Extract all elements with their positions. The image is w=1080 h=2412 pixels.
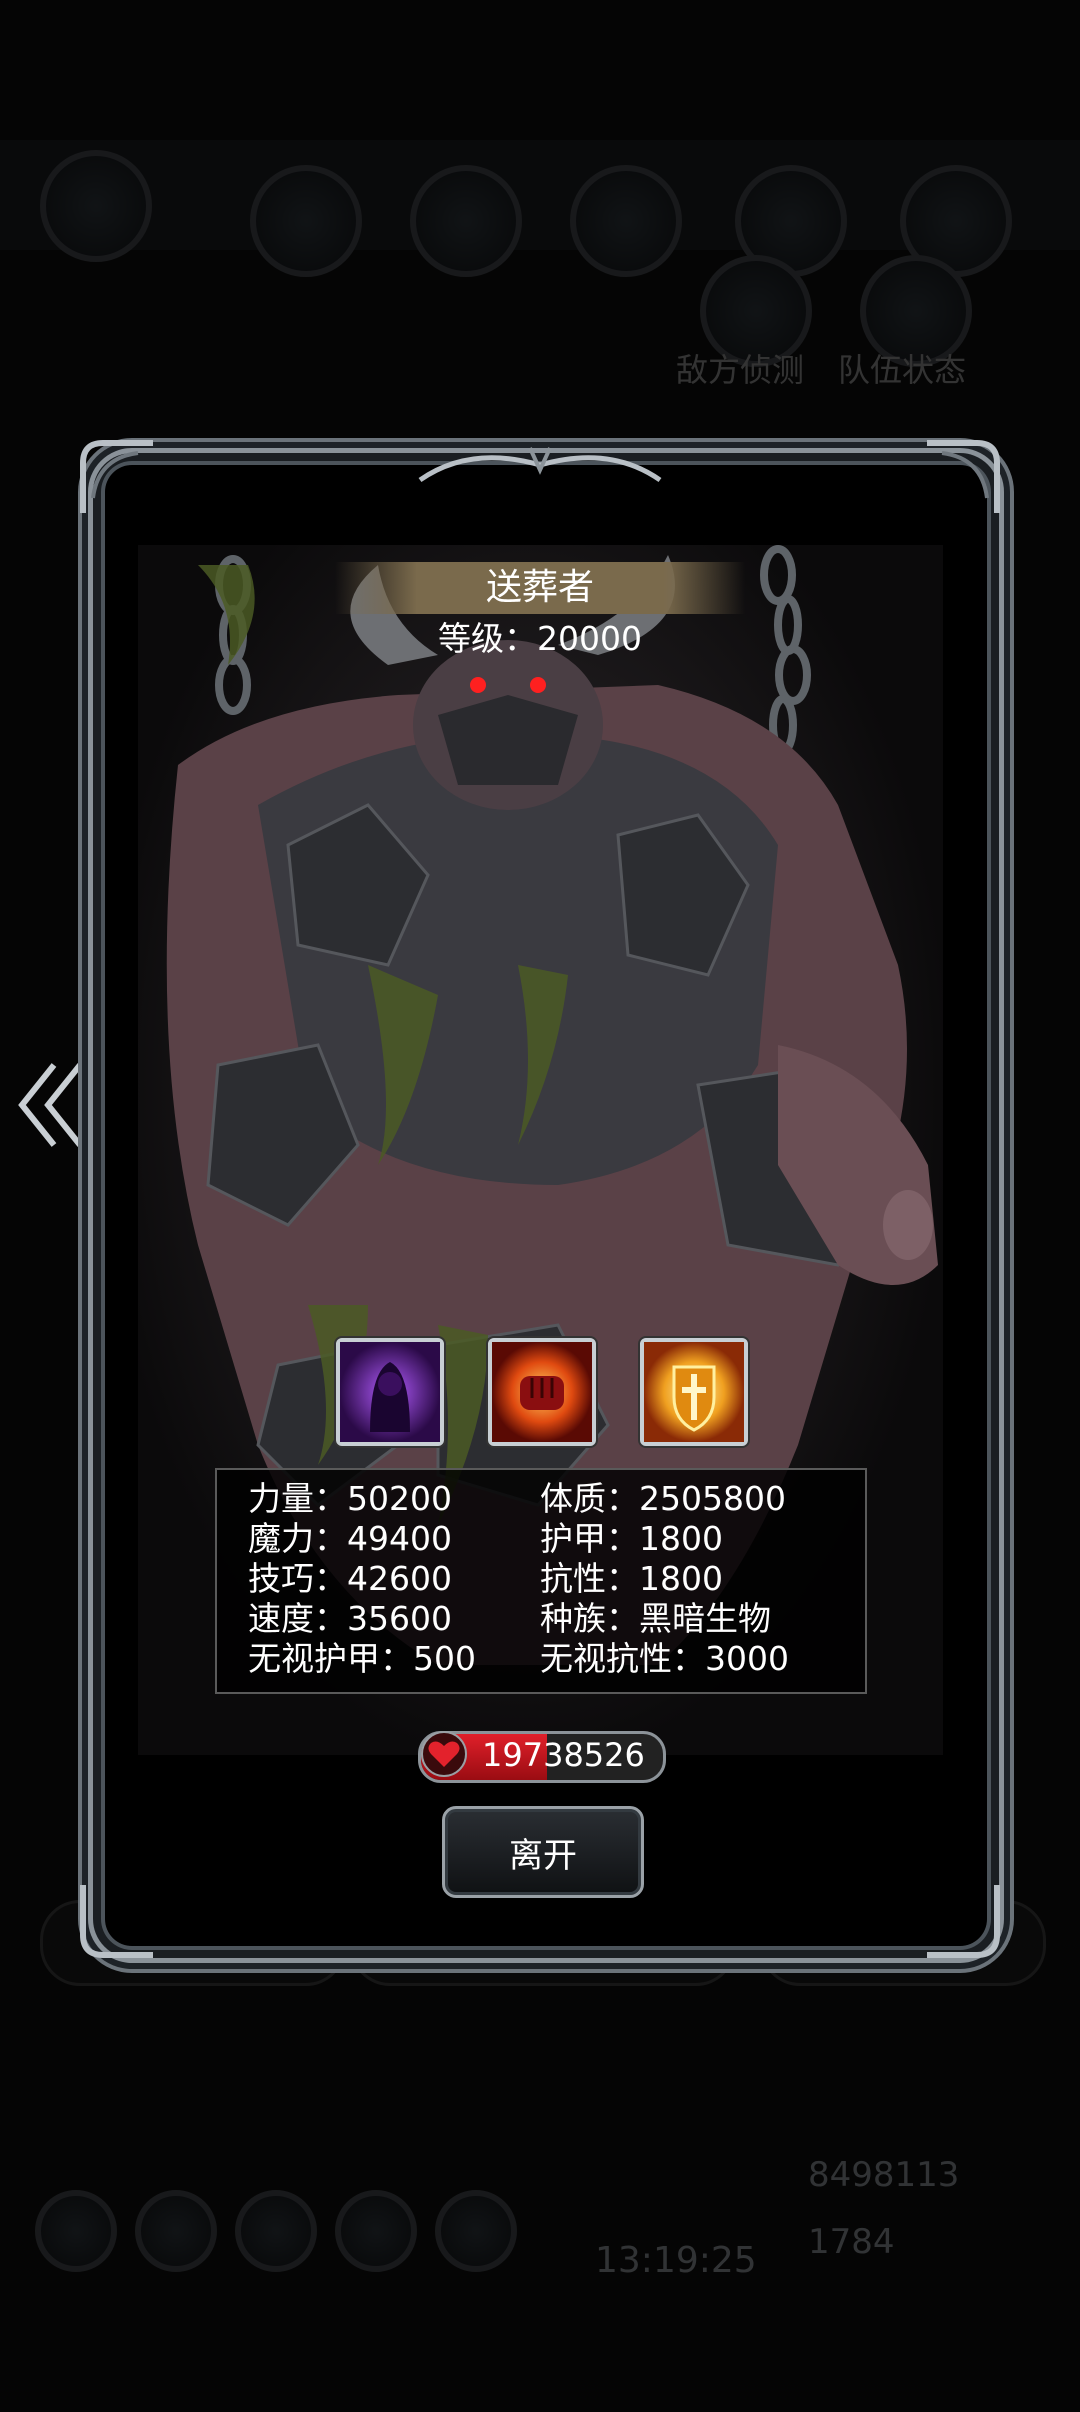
background-gem-value: 1784	[808, 2222, 895, 2262]
holy-shield-skill-icon[interactable]	[640, 1338, 748, 1446]
monster-level: 等级：20000	[438, 619, 642, 658]
stat-skill: 技巧：42600	[248, 1559, 452, 1598]
stat-armor: 护甲：1800	[540, 1519, 723, 1558]
frame-corner-ornament	[927, 1885, 1000, 1958]
stat-speed: 速度：35600	[248, 1599, 452, 1638]
background-bottom-icon	[235, 2190, 317, 2272]
stat-constitution: 体质：2505800	[540, 1479, 786, 1518]
stat-resist-pierce: 无视抗性：3000	[540, 1639, 789, 1678]
frame-corner-ornament	[80, 440, 153, 513]
background-bottom-icon	[35, 2190, 117, 2272]
background-menu-icon	[250, 165, 362, 277]
monster-name: 送葬者	[485, 567, 594, 608]
shadow-skill-icon[interactable]	[336, 1338, 444, 1446]
background-enemy-detect-label: 敌方侦测	[676, 351, 805, 389]
stat-armor-pierce: 无视护甲：500	[248, 1639, 476, 1678]
hp-value: 19738526	[482, 1736, 645, 1774]
background-bottom-icon	[435, 2190, 517, 2272]
frame-corner-ornament	[80, 1885, 153, 1958]
background-bottom-icon	[135, 2190, 217, 2272]
stat-race: 种族：黑暗生物	[540, 1599, 771, 1638]
frame-corner-ornament	[927, 440, 1000, 513]
background-gold-value: 8498113	[808, 2155, 960, 2195]
fist-skill-icon[interactable]	[488, 1338, 596, 1446]
stat-strength: 力量：50200	[248, 1479, 452, 1518]
stat-resistance: 抗性：1800	[540, 1559, 723, 1598]
background-clock: 13:19:25	[595, 2240, 757, 2281]
background-menu-icon	[570, 165, 682, 277]
background-menu-icon	[410, 165, 522, 277]
heart-icon	[421, 1731, 467, 1777]
leave-button-label: 离开	[509, 1835, 577, 1876]
stat-magic: 魔力：49400	[248, 1519, 452, 1558]
background-bottom-icon	[335, 2190, 417, 2272]
back-arrow-icon[interactable]	[14, 1055, 90, 1155]
background-avatar-icon	[40, 150, 152, 262]
background-team-status-label: 队伍状态	[838, 351, 967, 389]
frame-top-ornament	[418, 447, 662, 483]
leave-button[interactable]: 离开	[442, 1806, 644, 1898]
